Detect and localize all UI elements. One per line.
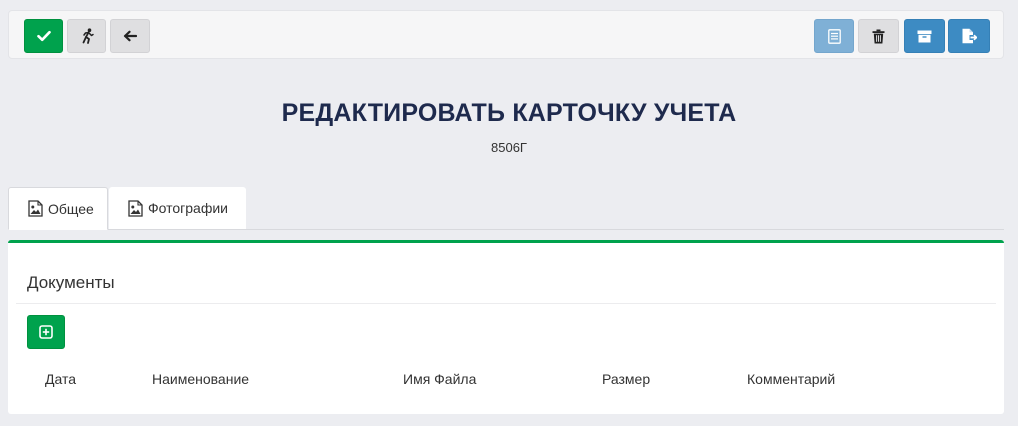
tab-general[interactable]: Общее (8, 187, 108, 230)
arrow-left-icon (123, 30, 137, 42)
column-header-date[interactable]: Дата (45, 371, 76, 387)
column-header-filename[interactable]: Имя Файла (403, 371, 476, 387)
archive-button[interactable] (904, 19, 945, 53)
tab-photos[interactable]: Фотографии (109, 187, 246, 229)
record-number: 8506Г (491, 140, 527, 155)
documents-panel: Документы Дата Наименование Имя Файла Ра… (8, 240, 1004, 414)
export-button[interactable] (948, 19, 990, 53)
trash-icon (872, 29, 885, 43)
tab-general-label: Общее (48, 200, 94, 217)
add-document-button[interactable] (27, 315, 65, 349)
back-button[interactable] (110, 19, 150, 53)
image-icon (28, 200, 43, 217)
image-icon (128, 199, 143, 217)
run-button[interactable] (67, 19, 106, 53)
column-header-comment[interactable]: Комментарий (747, 371, 835, 387)
documents-title: Документы (27, 273, 115, 292)
page-title: РЕДАКТИРОВАТЬ КАРТОЧКУ УЧЕТА (281, 99, 737, 127)
archive-icon (917, 30, 932, 42)
file-export-icon (962, 28, 977, 44)
column-header-size[interactable]: Размер (602, 371, 650, 387)
panel-divider (16, 303, 996, 304)
list-button[interactable] (814, 19, 854, 53)
action-toolbar (8, 10, 1004, 59)
save-button[interactable] (24, 19, 63, 53)
running-man-icon (82, 28, 94, 44)
tabs-divider (8, 229, 1004, 230)
plus-square-icon (39, 325, 53, 339)
column-header-name[interactable]: Наименование (152, 371, 249, 387)
check-icon (36, 30, 51, 42)
list-icon (827, 28, 841, 44)
delete-button[interactable] (858, 19, 899, 53)
tab-photos-label: Фотографии (148, 200, 229, 216)
